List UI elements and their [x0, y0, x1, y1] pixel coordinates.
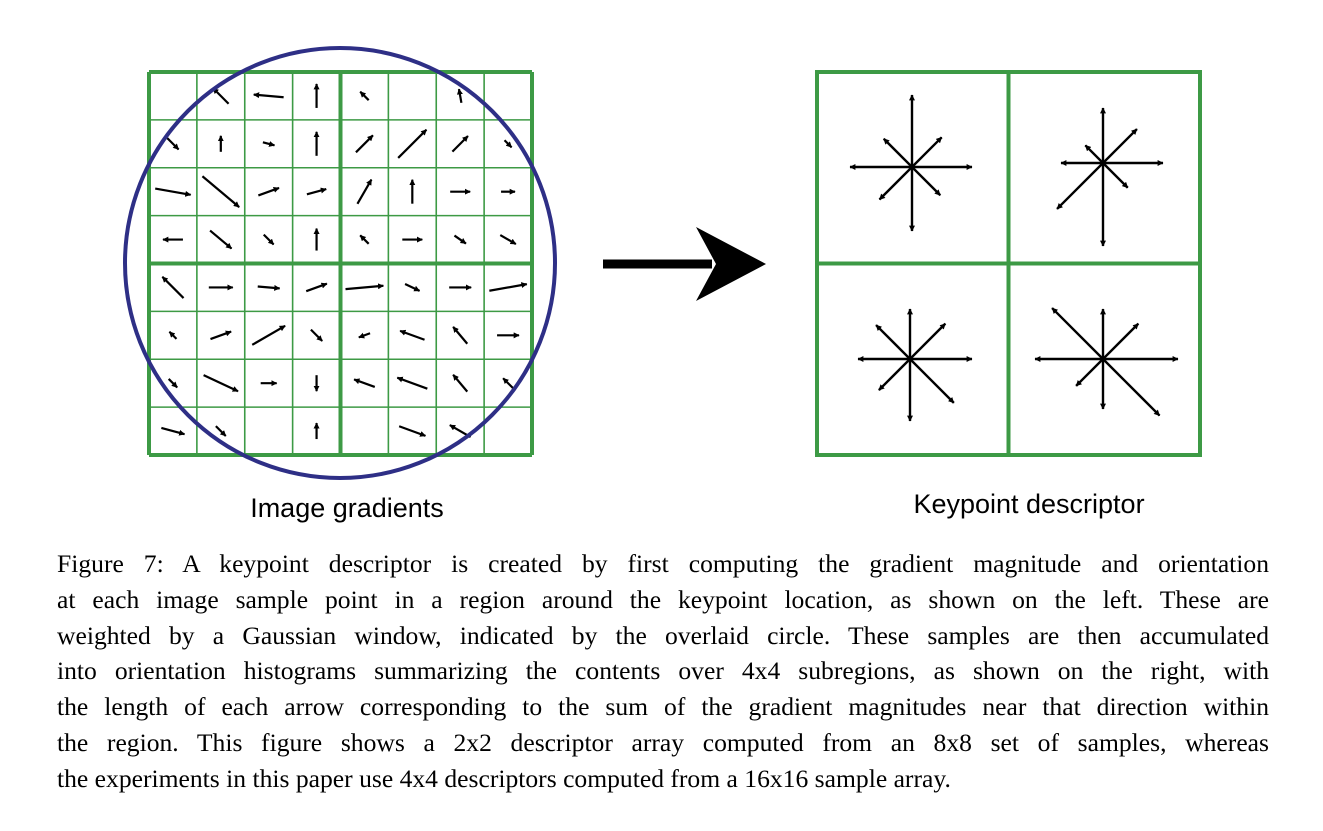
gradient-arrow: [456, 88, 463, 104]
gradient-arrow: [359, 90, 370, 101]
gradient-arrow: [257, 284, 281, 291]
gradient-arrow: [262, 141, 276, 147]
gradient-arrow: [203, 374, 239, 393]
gradient-arrow: [209, 229, 233, 250]
gradient-arrow: [404, 283, 421, 292]
gradient-arrow: [396, 376, 428, 390]
histogram-arrow: [1102, 128, 1138, 164]
histogram-arrow: [911, 166, 942, 197]
gradient-arrow: [167, 378, 178, 389]
caption-line: into orientation histograms summarizing …: [57, 656, 1269, 686]
histogram-arrow: [878, 166, 913, 201]
histogram-arrow: [1102, 358, 1161, 417]
gradient-arrow: [452, 374, 469, 393]
caption-line: the region. This figure shows a 2x2 desc…: [57, 727, 1269, 757]
descriptor-histograms: [849, 94, 1179, 422]
gradient-arrow: [356, 179, 373, 205]
gradient-arrow: [257, 186, 280, 197]
gradient-arrow: [451, 135, 469, 153]
gradient-arrow: [251, 324, 286, 346]
gradient-arrow: [210, 330, 232, 341]
gradient-arrow: [215, 425, 227, 437]
gradient-arrow: [155, 187, 192, 197]
transform-arrow: [603, 227, 766, 301]
gradient-arrow: [358, 332, 371, 339]
gradient-arrow: [398, 425, 427, 437]
figure-graphic: Image gradients Keypoint descriptor: [123, 46, 1202, 523]
gradient-arrow: [355, 134, 374, 154]
gradient-arrow: [310, 328, 323, 342]
histogram-arrow: [911, 136, 943, 168]
histogram-arrow: [1075, 358, 1104, 387]
histogram-arrow: [909, 322, 947, 360]
caption-line: Figure 7: A keypoint descriptor is creat…: [57, 549, 1269, 578]
gradient-arrow: [161, 276, 185, 299]
gradient-arrow: [201, 175, 240, 208]
gradient-arrow: [503, 139, 513, 149]
gradient-arrow: [502, 377, 514, 389]
caption-line: weighted by a Gaussian window, indicated…: [57, 620, 1269, 650]
histogram-arrow: [1102, 322, 1140, 360]
caption-line: the experiments in this paper use 4x4 de…: [57, 763, 951, 793]
gradient-arrow: [212, 87, 230, 105]
histogram-arrow: [1051, 307, 1104, 360]
histogram-arrow: [909, 358, 955, 404]
histogram-arrow: [1102, 162, 1129, 189]
sample-grid: [147, 70, 534, 457]
caption-line: the length of each arrow corresponding t…: [57, 692, 1269, 722]
histogram-arrow: [1056, 162, 1104, 210]
keypoint-descriptor-label: Keypoint descriptor: [913, 489, 1144, 519]
gradient-arrow: [399, 329, 425, 341]
caption-line: at each image sample point in a region a…: [57, 584, 1269, 614]
gradient-arrow: [161, 426, 186, 436]
gradient-arrow: [305, 282, 328, 293]
histogram-arrow: [882, 137, 913, 168]
gradient-arrow: [453, 234, 467, 245]
gradient-arrow: [345, 283, 384, 291]
gradient-arrow: [306, 187, 327, 196]
gradient-arrow: [262, 233, 275, 246]
gradient-arrow: [253, 92, 284, 99]
histogram-arrow: [1084, 144, 1104, 164]
gradient-arrow: [168, 330, 178, 340]
gradient-arrow: [452, 326, 469, 345]
gradient-arrow: [166, 137, 180, 151]
gradient-arrow: [353, 378, 376, 388]
gradient-arrow: [499, 234, 517, 246]
figure-caption: Figure 7: A keypoint descriptor is creat…: [57, 546, 1269, 797]
histogram-arrow: [875, 324, 911, 360]
gradient-arrow: [397, 128, 428, 159]
histogram-arrow: [878, 358, 911, 391]
gradient-arrow: [359, 234, 370, 245]
gradient-arrow: [489, 282, 528, 292]
image-gradients-label: Image gradients: [250, 493, 444, 523]
